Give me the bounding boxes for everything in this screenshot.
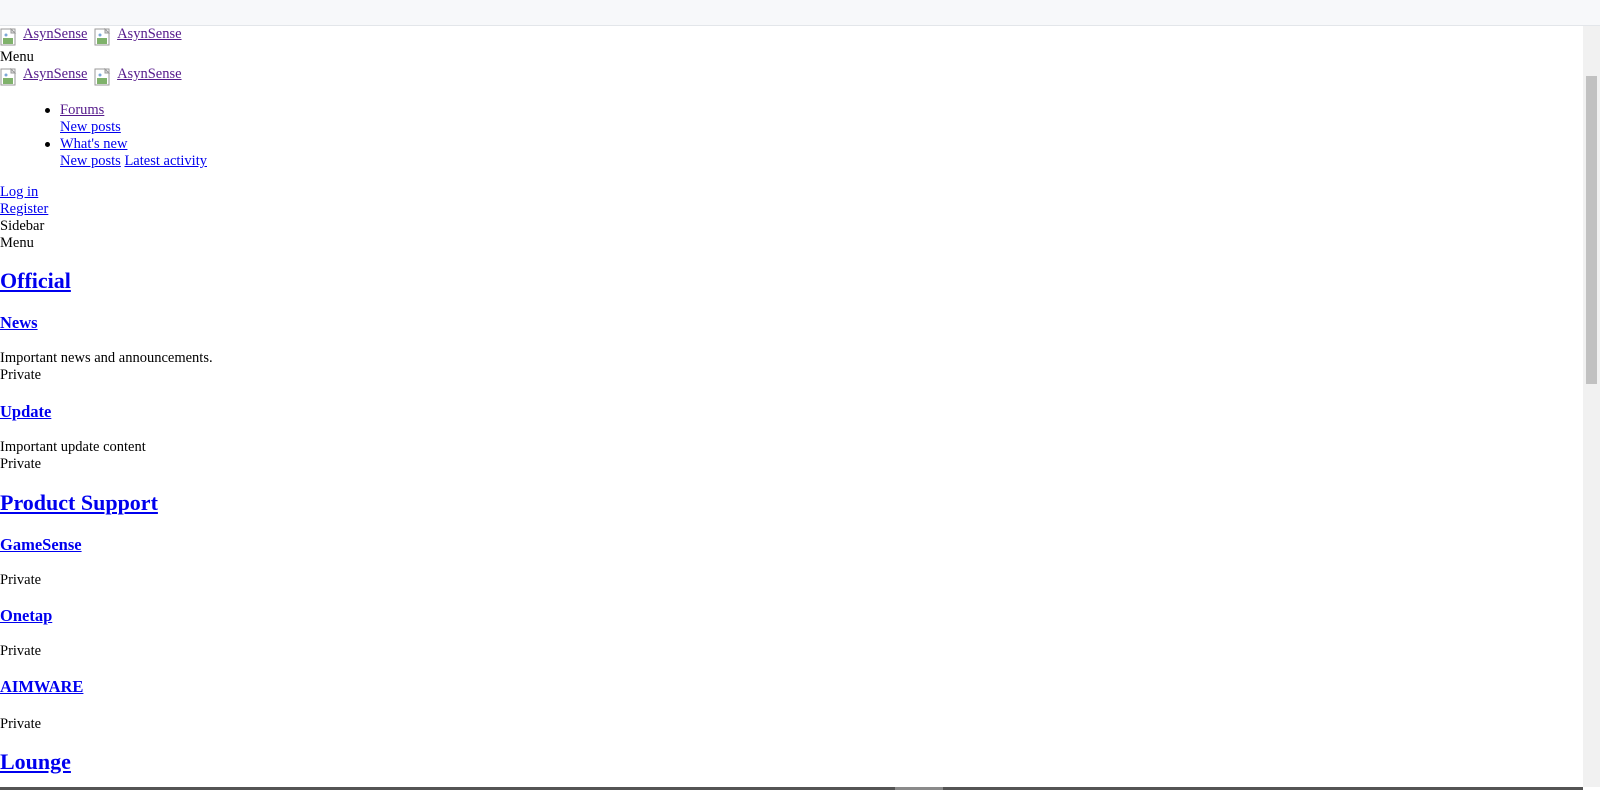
category-title-lounge[interactable]: Lounge (0, 749, 71, 774)
nav-link-forums-new-posts[interactable]: New posts (60, 119, 121, 135)
broken-image-icon (94, 26, 117, 49)
offcanvas-menu-label: Menu (0, 235, 34, 251)
register-link[interactable]: Register (0, 201, 48, 217)
forum-status: Private (0, 367, 42, 383)
list-bullet (45, 108, 50, 113)
nav-logo-row: AsynSense AsynSense (0, 66, 182, 94)
list-bullet (45, 142, 50, 147)
logo-alt-text: AsynSense (117, 66, 182, 82)
login-link[interactable]: Log in (0, 184, 38, 200)
forum-description: Important news and announcements. (0, 350, 213, 366)
category-title-product-support[interactable]: Product Support (0, 490, 158, 515)
page-viewport: AsynSense AsynSense Menu AsynSense AsynS… (0, 26, 1583, 787)
menu-toggle[interactable]: Menu (0, 49, 34, 66)
nav-link-whats-new[interactable]: What's new (60, 136, 127, 152)
forum-status: Private (0, 716, 42, 732)
nav-link-latest-activity[interactable]: Latest activity (124, 153, 207, 169)
logo-link-alt[interactable]: AsynSense (94, 66, 182, 89)
forum-status: Private (0, 643, 42, 659)
logo-link[interactable]: AsynSense (0, 66, 87, 89)
logo-link[interactable]: AsynSense (0, 26, 87, 49)
forum-description: Important update content (0, 439, 146, 455)
broken-image-icon (94, 66, 117, 89)
browser-top-strip (0, 0, 1600, 26)
logo-alt-text: AsynSense (117, 26, 182, 42)
forum-title-news[interactable]: News (0, 313, 38, 332)
sidebar-toggle[interactable]: Sidebar (0, 218, 44, 235)
forum-title-gamesense[interactable]: GameSense (0, 535, 82, 554)
broken-image-icon (0, 26, 23, 49)
vertical-scrollbar[interactable] (1583, 26, 1600, 787)
forum-title-aimware[interactable]: AIMWARE (0, 677, 83, 696)
scrollbar-thumb[interactable] (1586, 76, 1597, 384)
nav-link-whats-new-new-posts[interactable]: New posts (60, 153, 121, 169)
logo-alt-text: AsynSense (23, 26, 88, 42)
category-title-official[interactable]: Official (0, 268, 71, 293)
forum-title-update[interactable]: Update (0, 402, 51, 421)
forum-title-onetap[interactable]: Onetap (0, 606, 52, 625)
nav-link-forums[interactable]: Forums (60, 102, 104, 118)
logo-link-alt[interactable]: AsynSense (94, 26, 182, 49)
forum-status: Private (0, 572, 42, 588)
forum-status: Private (0, 456, 42, 472)
main-nav: Forums New posts What's new New posts La… (45, 102, 207, 170)
logo-alt-text: AsynSense (23, 66, 88, 82)
nav-item-forums: Forums New posts (45, 102, 207, 136)
nav-item-whats-new: What's new New posts Latest activity (45, 136, 207, 170)
broken-image-icon (0, 66, 23, 89)
